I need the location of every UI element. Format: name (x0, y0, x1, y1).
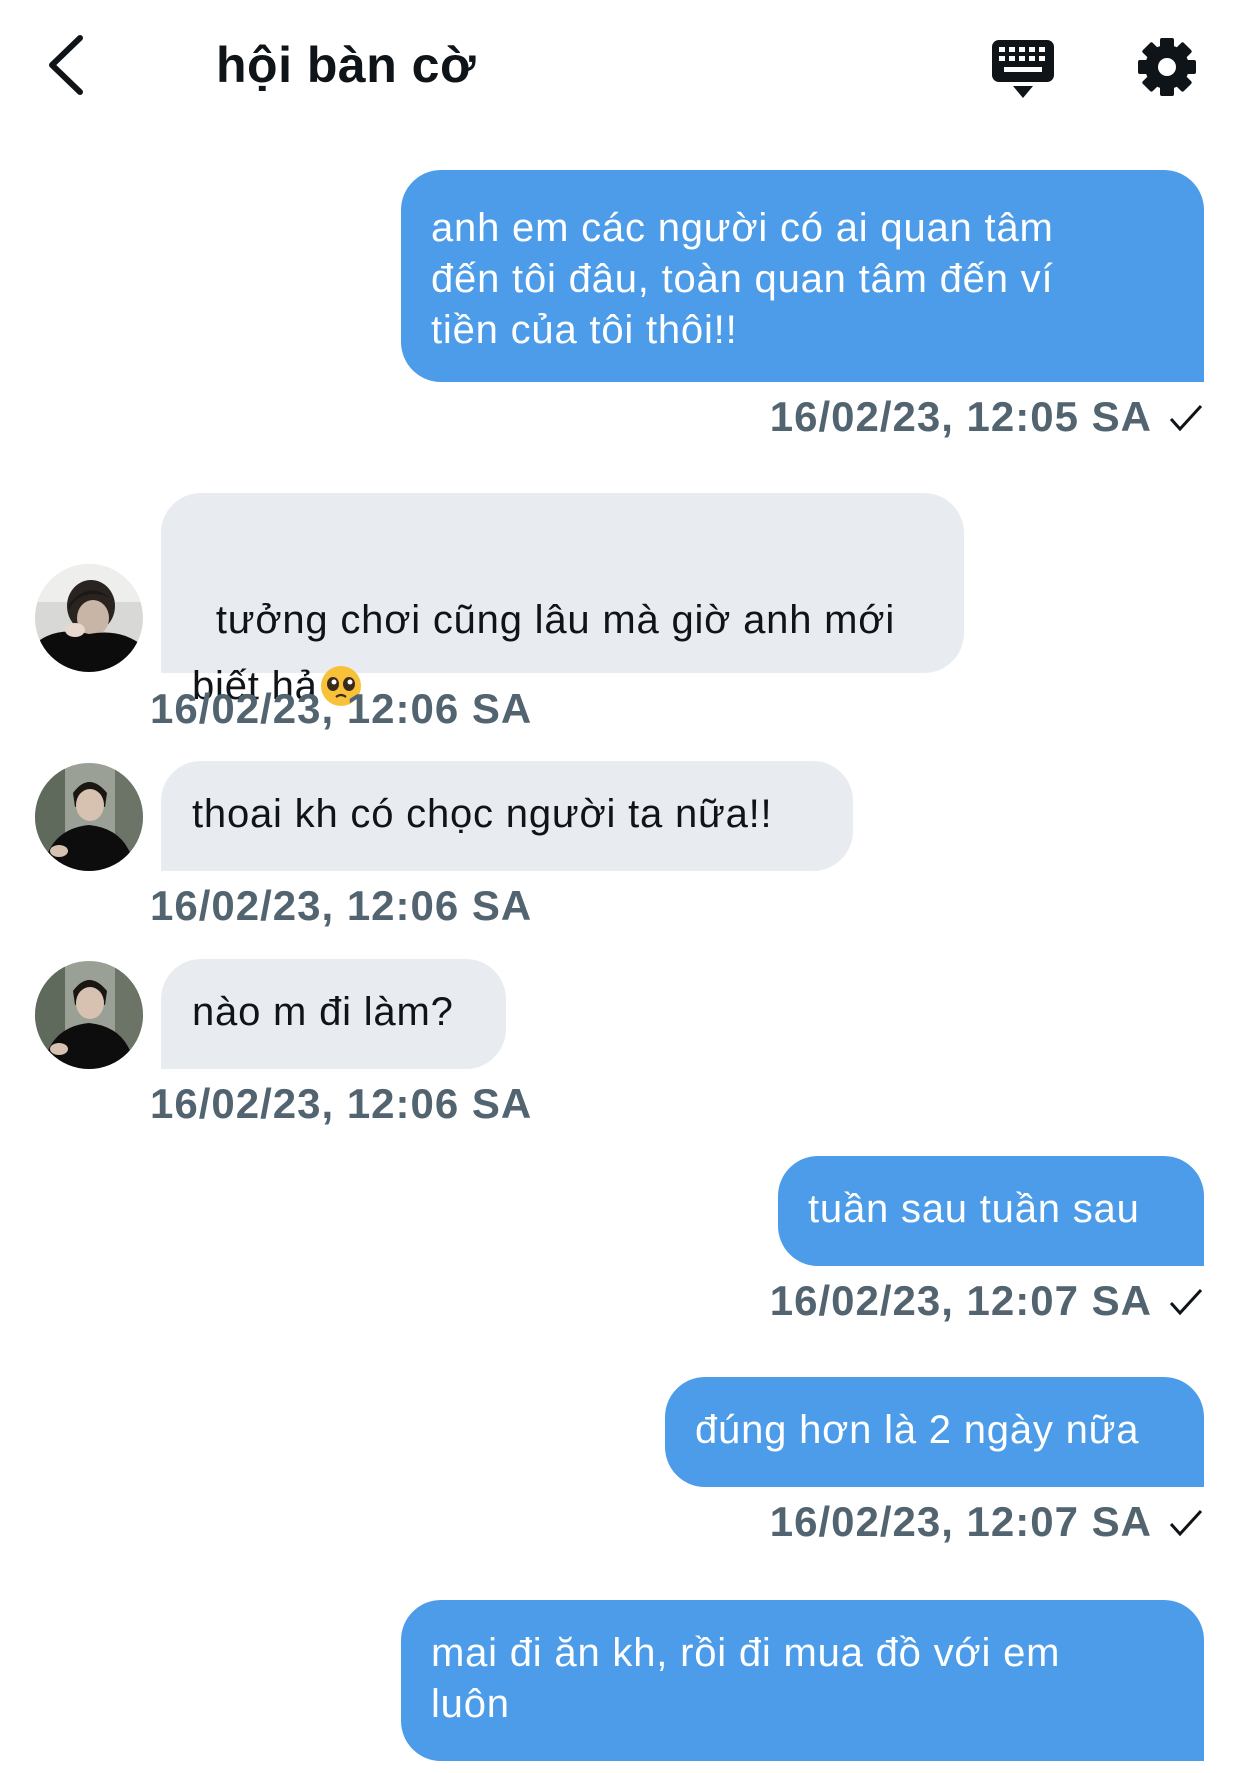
sent-check-icon (1169, 1509, 1203, 1537)
message-bubble-outgoing[interactable]: tuần sau tuần sau (778, 1156, 1204, 1266)
message-bubble-outgoing[interactable]: mai đi ăn kh, rồi đi mua đồ với em luôn (401, 1600, 1204, 1761)
avatar-image (35, 961, 143, 1069)
gear-icon (1138, 38, 1196, 96)
message-bubble-outgoing[interactable]: anh em các người có ai quan tâm đến tôi … (401, 170, 1204, 382)
avatar[interactable] (35, 763, 143, 871)
conversation-title: hội bàn cờ (216, 37, 477, 93)
message-bubble-incoming[interactable]: tưởng chơi cũng lâu mà giờ anh mới biết … (161, 493, 964, 708)
timestamp-text: 16/02/23, 12:05 SA (769, 393, 1152, 440)
chevron-left-icon (49, 35, 83, 95)
message-bubble-outgoing[interactable]: đúng hơn là 2 ngày nữa (665, 1377, 1204, 1487)
back-button[interactable] (40, 30, 100, 100)
message-timestamp: 16/02/23, 12:05 SA (770, 393, 1204, 441)
avatar-image (35, 763, 143, 871)
settings-button[interactable] (1136, 34, 1198, 100)
message-timestamp: 16/02/23, 12:06 SA (150, 685, 533, 732)
sent-check-icon (1169, 1288, 1203, 1316)
timestamp-text: 16/02/23, 12:07 SA (769, 1498, 1152, 1545)
message-timestamp: 16/02/23, 12:06 SA (150, 1080, 533, 1127)
avatar[interactable] (35, 961, 143, 1069)
message-timestamp: 16/02/23, 12:07 SA (770, 1277, 1204, 1325)
avatar[interactable] (35, 564, 143, 672)
timestamp-text: 16/02/23, 12:07 SA (769, 1277, 1152, 1324)
conversation-header: hội bàn cờ (0, 0, 1242, 140)
message-timestamp: 16/02/23, 12:07 SA (770, 1498, 1204, 1546)
avatar-image (35, 564, 143, 672)
message-bubble-incoming[interactable]: thoai kh có chọc người ta nữa!! (161, 761, 853, 871)
message-bubble-incoming[interactable]: nào m đi làm? (161, 959, 506, 1069)
sent-check-icon (1169, 404, 1203, 432)
keyboard-button[interactable] (990, 36, 1056, 102)
keyboard-icon (992, 40, 1054, 98)
message-timestamp: 16/02/23, 12:06 SA (150, 882, 533, 929)
